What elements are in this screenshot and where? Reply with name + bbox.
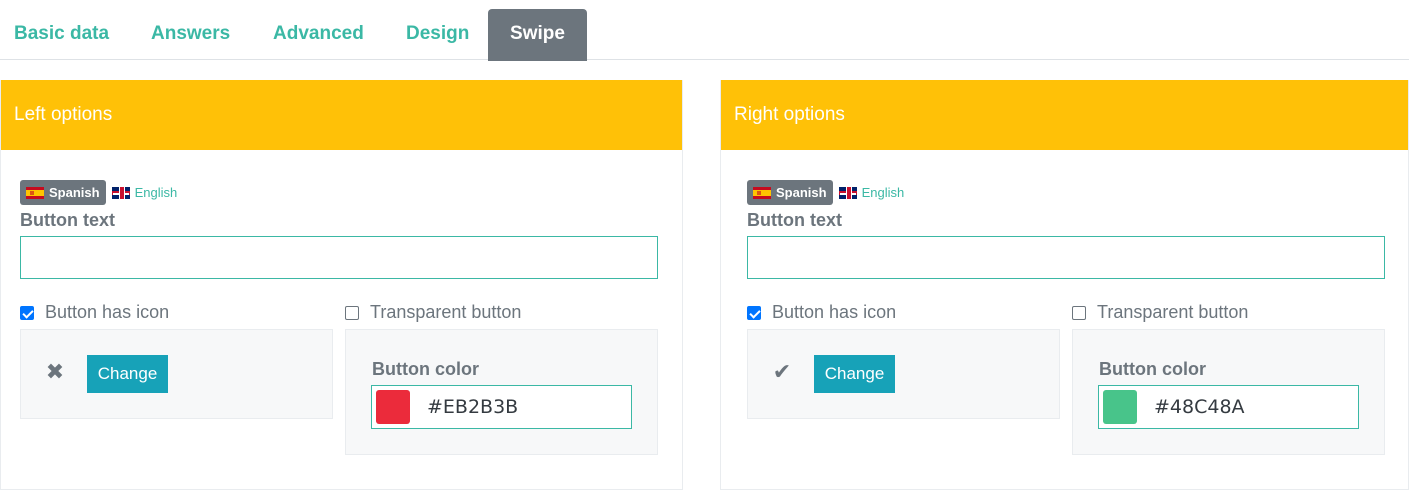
close-icon: ✖: [45, 359, 65, 384]
language-label: Spanish: [49, 185, 100, 200]
right-options-panel: Right options Spanish English Button tex…: [720, 80, 1409, 490]
button-text-label: Button text: [20, 210, 115, 230]
has-icon-option[interactable]: Button has icon: [747, 302, 896, 323]
color-selector: Button color #48C48A: [1072, 329, 1385, 455]
spain-flag-icon: [753, 186, 771, 199]
button-color-input[interactable]: #48C48A: [1098, 385, 1359, 429]
tab-advanced[interactable]: Advanced: [252, 9, 385, 61]
transparent-checkbox[interactable]: [1072, 305, 1086, 320]
right-options-header: Right options: [721, 80, 1408, 150]
transparent-option[interactable]: Transparent button: [1072, 302, 1248, 323]
uk-flag-icon: [111, 186, 130, 199]
uk-flag-icon: [838, 186, 857, 199]
tab-answers[interactable]: Answers: [130, 9, 251, 61]
has-icon-checkbox[interactable]: [20, 305, 34, 320]
has-icon-label: Button has icon: [45, 302, 170, 322]
language-english-button[interactable]: English: [838, 180, 911, 205]
icon-selector: ✔ Change: [747, 329, 1060, 419]
color-selector: Button color #EB2B3B: [345, 329, 658, 455]
tab-design[interactable]: Design: [385, 9, 490, 61]
language-spanish-button[interactable]: Spanish: [20, 180, 106, 205]
language-english-button[interactable]: English: [111, 180, 184, 205]
left-options-panel: Left options Spanish English Button text…: [0, 80, 683, 490]
language-switcher: Spanish English: [747, 180, 910, 205]
button-text-input[interactable]: [20, 236, 658, 279]
tab-swipe[interactable]: Swipe: [488, 9, 587, 61]
button-text-label: Button text: [747, 210, 842, 230]
left-options-header: Left options: [1, 80, 682, 150]
language-switcher: Spanish English: [20, 180, 183, 205]
color-swatch[interactable]: [376, 390, 410, 424]
tab-bar: Basic data Answers Advanced Design Swipe: [0, 0, 1409, 61]
language-label: Spanish: [776, 185, 827, 200]
change-icon-button[interactable]: Change: [814, 355, 895, 393]
has-icon-label: Button has icon: [772, 302, 897, 322]
button-text-input[interactable]: [747, 236, 1385, 279]
button-color-input[interactable]: #EB2B3B: [371, 385, 632, 429]
transparent-option[interactable]: Transparent button: [345, 302, 521, 323]
language-label: English: [134, 185, 178, 200]
transparent-checkbox[interactable]: [345, 305, 359, 320]
icon-selector: ✖ Change: [20, 329, 333, 419]
checkmark-icon: ✔: [772, 359, 792, 384]
color-swatch[interactable]: [1103, 390, 1137, 424]
transparent-label: Transparent button: [370, 302, 522, 322]
tab-basic-data[interactable]: Basic data: [0, 9, 130, 61]
button-color-label: Button color: [1099, 359, 1206, 379]
language-spanish-button[interactable]: Spanish: [747, 180, 833, 205]
has-icon-option[interactable]: Button has icon: [20, 302, 169, 323]
spain-flag-icon: [26, 186, 44, 199]
transparent-label: Transparent button: [1097, 302, 1249, 322]
language-label: English: [861, 185, 905, 200]
has-icon-checkbox[interactable]: [747, 305, 761, 320]
change-icon-button[interactable]: Change: [87, 355, 168, 393]
button-color-label: Button color: [372, 359, 479, 379]
color-hex-value: #EB2B3B: [427, 396, 519, 418]
color-hex-value: #48C48A: [1154, 396, 1245, 418]
